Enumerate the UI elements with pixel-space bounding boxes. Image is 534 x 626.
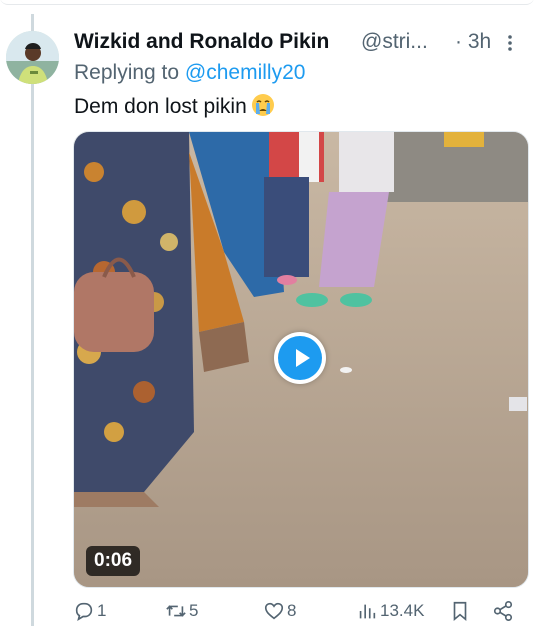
avatar-image — [6, 31, 59, 84]
thread-connector-line — [31, 14, 34, 626]
tweet-header: Wizkid and Ronaldo Pikin @stri... · 3h — [74, 28, 524, 58]
replying-to-mention[interactable]: @chemilly20 — [185, 61, 306, 84]
display-name[interactable]: Wizkid and Ronaldo Pikin — [74, 28, 329, 56]
tweet-actions: 1 5 8 13.4K — [73, 596, 523, 626]
play-button[interactable] — [274, 332, 326, 384]
previous-tweet-divider — [0, 0, 534, 14]
retweet-icon — [166, 605, 186, 617]
reply-icon — [75, 602, 93, 621]
like-button[interactable]: 8 — [263, 596, 296, 626]
more-options-icon[interactable] — [507, 34, 513, 52]
play-icon — [278, 336, 322, 380]
bookmark-button[interactable] — [449, 596, 471, 626]
views-button[interactable]: 13.4K — [356, 596, 424, 626]
heart-icon — [264, 602, 284, 620]
user-handle[interactable]: @stri... — [361, 28, 428, 56]
video-player[interactable]: 0:06 — [73, 131, 529, 588]
video-duration: 0:06 — [86, 546, 141, 576]
crying-face-emoji-icon — [251, 94, 274, 116]
share-button[interactable] — [492, 596, 514, 626]
bookmark-icon — [453, 601, 467, 622]
reply-count: 1 — [97, 601, 107, 620]
share-icon — [493, 601, 513, 621]
like-count: 8 — [287, 601, 297, 620]
avatar[interactable] — [6, 31, 59, 84]
tweet-timestamp[interactable]: · 3h — [455, 28, 491, 56]
retweet-button[interactable]: 5 — [165, 596, 198, 626]
views-count: 13.4K — [380, 601, 425, 620]
replying-to-line: Replying to @chemilly20 — [74, 59, 305, 87]
tweet-body: Dem don lost pikin — [74, 95, 247, 118]
replying-to-label: Replying to — [74, 61, 185, 84]
views-chart-icon — [359, 604, 376, 619]
reply-button[interactable]: 1 — [73, 596, 106, 626]
retweet-count: 5 — [189, 601, 199, 620]
tweet-text: Dem don lost pikin — [74, 93, 275, 121]
